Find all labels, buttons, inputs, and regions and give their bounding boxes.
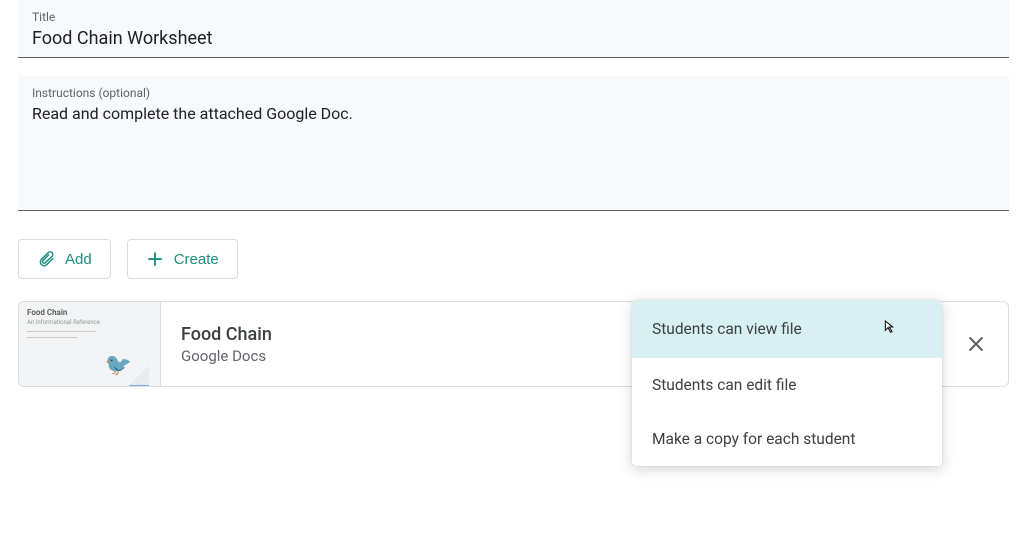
permission-option-edit[interactable]: Students can edit file (632, 358, 942, 412)
close-icon (966, 334, 986, 354)
thumb-subtitle: An Informational Reference (27, 319, 152, 326)
thumb-title: Food Chain (27, 308, 152, 317)
title-label: Title (32, 10, 995, 24)
permission-option-copy[interactable]: Make a copy for each student (632, 412, 942, 466)
permission-option-view[interactable]: Students can view file (632, 300, 942, 358)
bird-icon: 🐦 (105, 353, 132, 378)
permission-menu: Students can view file Students can edit… (632, 300, 942, 466)
attachment-thumbnail[interactable]: Food Chain An Informational Reference 🐦 (19, 302, 161, 386)
create-button[interactable]: Create (127, 239, 238, 279)
instructions-input[interactable]: Read and complete the attached Google Do… (32, 104, 995, 123)
instructions-label: Instructions (optional) (32, 86, 995, 100)
attachment-card: Food Chain An Informational Reference 🐦 … (18, 301, 1009, 387)
title-input[interactable]: Food Chain Worksheet (32, 28, 995, 49)
paperclip-icon (37, 249, 55, 269)
title-field[interactable]: Title Food Chain Worksheet (18, 0, 1009, 58)
add-button[interactable]: Add (18, 239, 111, 279)
permission-edit-label: Students can edit file (652, 376, 796, 394)
remove-attachment-button[interactable] (956, 324, 996, 364)
instructions-field[interactable]: Instructions (optional) Read and complet… (18, 76, 1009, 211)
permission-copy-label: Make a copy for each student (652, 430, 855, 448)
permission-dropdown[interactable]: Students can view file Students can edit… (632, 302, 942, 386)
attachment-info[interactable]: Food Chain Google Docs (161, 324, 632, 365)
attachment-title: Food Chain (181, 324, 632, 345)
plus-icon (146, 250, 164, 268)
attachment-source: Google Docs (181, 347, 632, 365)
doc-corner-icon (129, 366, 149, 386)
create-label: Create (174, 251, 219, 268)
action-row: Add Create (18, 239, 1009, 279)
permission-view-label: Students can view file (652, 320, 802, 338)
cursor-icon (880, 318, 896, 340)
add-label: Add (65, 251, 92, 268)
